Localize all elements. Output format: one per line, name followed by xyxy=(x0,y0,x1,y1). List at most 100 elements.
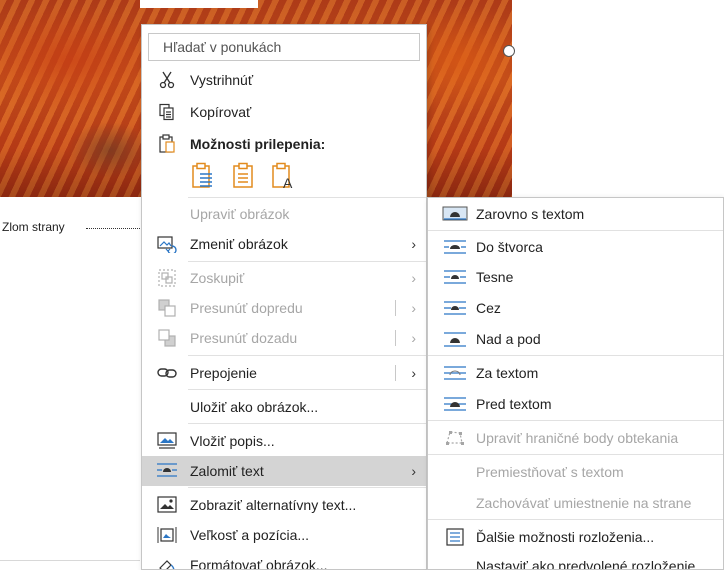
edit-wrap-points-icon xyxy=(442,429,468,447)
menu-item-format-picture[interactable]: Formátovať obrázok... xyxy=(142,550,426,570)
menu-item-label: Zobraziť alternatívny text... xyxy=(190,497,357,513)
menu-item-save-as-picture[interactable]: Uložiť ako obrázok... xyxy=(142,392,426,422)
wrap-more-layout-options[interactable]: Ďalšie možnosti rozloženia... xyxy=(428,522,723,552)
submenu-item-label: Upraviť hraničné body obtekania xyxy=(476,430,679,446)
menu-separator xyxy=(188,487,426,488)
menu-item-cut[interactable]: Vystrihnúť xyxy=(142,65,426,95)
behind-text-icon xyxy=(442,364,468,382)
menu-item-change-picture[interactable]: Zmeniť obrázok › xyxy=(142,229,426,259)
menu-search-input[interactable] xyxy=(148,33,420,61)
menu-item-label: Zoskupiť xyxy=(190,270,245,286)
image-top-gap xyxy=(140,0,258,8)
menu-item-label: Vystrihnúť xyxy=(190,72,254,88)
wrap-move-with-text: Premiestňovať s textom xyxy=(428,457,723,487)
submenu-item-label: Nad a pod xyxy=(476,331,541,347)
menu-item-edit-picture: Upraviť obrázok xyxy=(142,199,426,229)
menu-item-label: Zalomiť text xyxy=(190,463,264,479)
submenu-item-label: Nastaviť ako predvolené rozloženie xyxy=(476,558,696,570)
wrap-square[interactable]: Do štvorca xyxy=(428,232,723,262)
wrap-in-front-text[interactable]: Pred textom xyxy=(428,389,723,419)
page-break-label: Zlom strany xyxy=(2,220,65,234)
menu-separator xyxy=(188,197,426,198)
menu-separator xyxy=(188,423,426,424)
split-separator xyxy=(395,300,396,316)
caption-icon xyxy=(156,431,178,451)
submenu-arrow-icon: › xyxy=(411,463,416,479)
submenu-item-label: Za textom xyxy=(476,365,539,381)
wrap-text-icon xyxy=(156,461,178,481)
submenu-arrow-icon: › xyxy=(411,365,416,381)
submenu-arrow-icon: › xyxy=(411,300,416,316)
context-menu: Vystrihnúť Kopírovať Možnosti prilepenia… xyxy=(141,24,427,570)
submenu-separator xyxy=(428,230,723,231)
size-position-icon xyxy=(156,525,178,545)
copy-icon xyxy=(156,102,178,122)
svg-text:A: A xyxy=(283,175,293,190)
submenu-arrow-icon: › xyxy=(411,236,416,252)
submenu-item-label: Pred textom xyxy=(476,396,552,412)
alt-text-icon xyxy=(156,495,178,515)
menu-item-group: Zoskupiť › xyxy=(142,263,426,293)
wrap-fix-position: Zachovávať umiestnenie na strane xyxy=(428,488,723,518)
menu-item-label: Presunúť dopredu xyxy=(190,300,303,316)
menu-item-label: Formátovať obrázok... xyxy=(190,557,328,570)
wrap-behind-text[interactable]: Za textom xyxy=(428,358,723,388)
menu-separator xyxy=(188,355,426,356)
paste-merge-formatting-icon[interactable] xyxy=(230,161,256,191)
wrap-set-as-default[interactable]: Nastaviť ako predvolené rozloženie xyxy=(428,551,723,570)
submenu-item-label: Cez xyxy=(476,300,501,316)
menu-item-paste-options: Možnosti prilepenia: xyxy=(142,129,426,159)
menu-item-label: Kopírovať xyxy=(190,104,252,120)
in-front-text-icon xyxy=(442,395,468,413)
submenu-arrow-icon: › xyxy=(411,330,416,346)
wrap-tight[interactable]: Tesne xyxy=(428,262,723,292)
group-icon xyxy=(156,268,178,288)
layout-options-icon xyxy=(442,528,468,546)
menu-item-send-backward: Presunúť dozadu › xyxy=(142,323,426,353)
submenu-separator xyxy=(428,420,723,421)
menu-item-alt-text[interactable]: Zobraziť alternatívny text... xyxy=(142,490,426,520)
menu-item-label: Uložiť ako obrázok... xyxy=(190,399,319,415)
menu-item-label: Zmeniť obrázok xyxy=(190,236,288,252)
wrap-through-icon xyxy=(442,299,468,317)
clipboard-icon xyxy=(156,134,178,154)
resize-handle[interactable] xyxy=(503,45,515,57)
menu-item-label: Upraviť obrázok xyxy=(190,206,290,222)
submenu-separator xyxy=(428,355,723,356)
submenu-item-label: Do štvorca xyxy=(476,239,543,255)
menu-item-link[interactable]: Prepojenie › xyxy=(142,358,426,388)
wrap-tight-icon xyxy=(442,268,468,286)
wrap-in-line[interactable]: Zarovno s textom xyxy=(428,199,723,229)
menu-item-label: Veľkosť a pozícia... xyxy=(190,527,310,543)
submenu-separator xyxy=(428,519,723,520)
wrap-through[interactable]: Cez xyxy=(428,293,723,323)
submenu-item-label: Tesne xyxy=(476,269,514,285)
menu-item-insert-caption[interactable]: Vložiť popis... xyxy=(142,426,426,456)
submenu-arrow-icon: › xyxy=(411,270,416,286)
paste-text-only-icon[interactable]: A xyxy=(270,161,296,191)
paste-keep-formatting-icon[interactable] xyxy=(190,161,216,191)
document-bottom-edge xyxy=(0,560,140,570)
submenu-item-label: Zarovno s textom xyxy=(476,206,585,222)
menu-item-label: Možnosti prilepenia: xyxy=(190,136,326,152)
menu-separator xyxy=(188,389,426,390)
wrap-square-icon xyxy=(442,238,468,256)
menu-item-label: Presunúť dozadu xyxy=(190,330,298,346)
link-icon xyxy=(156,363,178,383)
bring-forward-icon xyxy=(156,298,178,318)
menu-item-label: Prepojenie xyxy=(190,365,257,381)
menu-item-wrap-text[interactable]: Zalomiť text › xyxy=(142,456,426,486)
wrap-top-bottom[interactable]: Nad a pod xyxy=(428,324,723,354)
page-break-line xyxy=(86,228,142,229)
menu-item-label: Vložiť popis... xyxy=(190,433,275,449)
split-separator xyxy=(395,365,396,381)
menu-item-copy[interactable]: Kopírovať xyxy=(142,97,426,127)
scissors-icon xyxy=(156,70,178,90)
submenu-item-label: Ďalšie možnosti rozloženia... xyxy=(476,529,655,545)
submenu-item-label: Premiestňovať s textom xyxy=(476,464,624,480)
submenu-separator xyxy=(428,454,723,455)
menu-item-size-position[interactable]: Veľkosť a pozícia... xyxy=(142,520,426,550)
wrap-text-submenu: Zarovno s textom Do štvorca Tesne Cez Na… xyxy=(427,197,724,570)
wrap-top-bottom-icon xyxy=(442,330,468,348)
change-picture-icon xyxy=(156,234,178,254)
